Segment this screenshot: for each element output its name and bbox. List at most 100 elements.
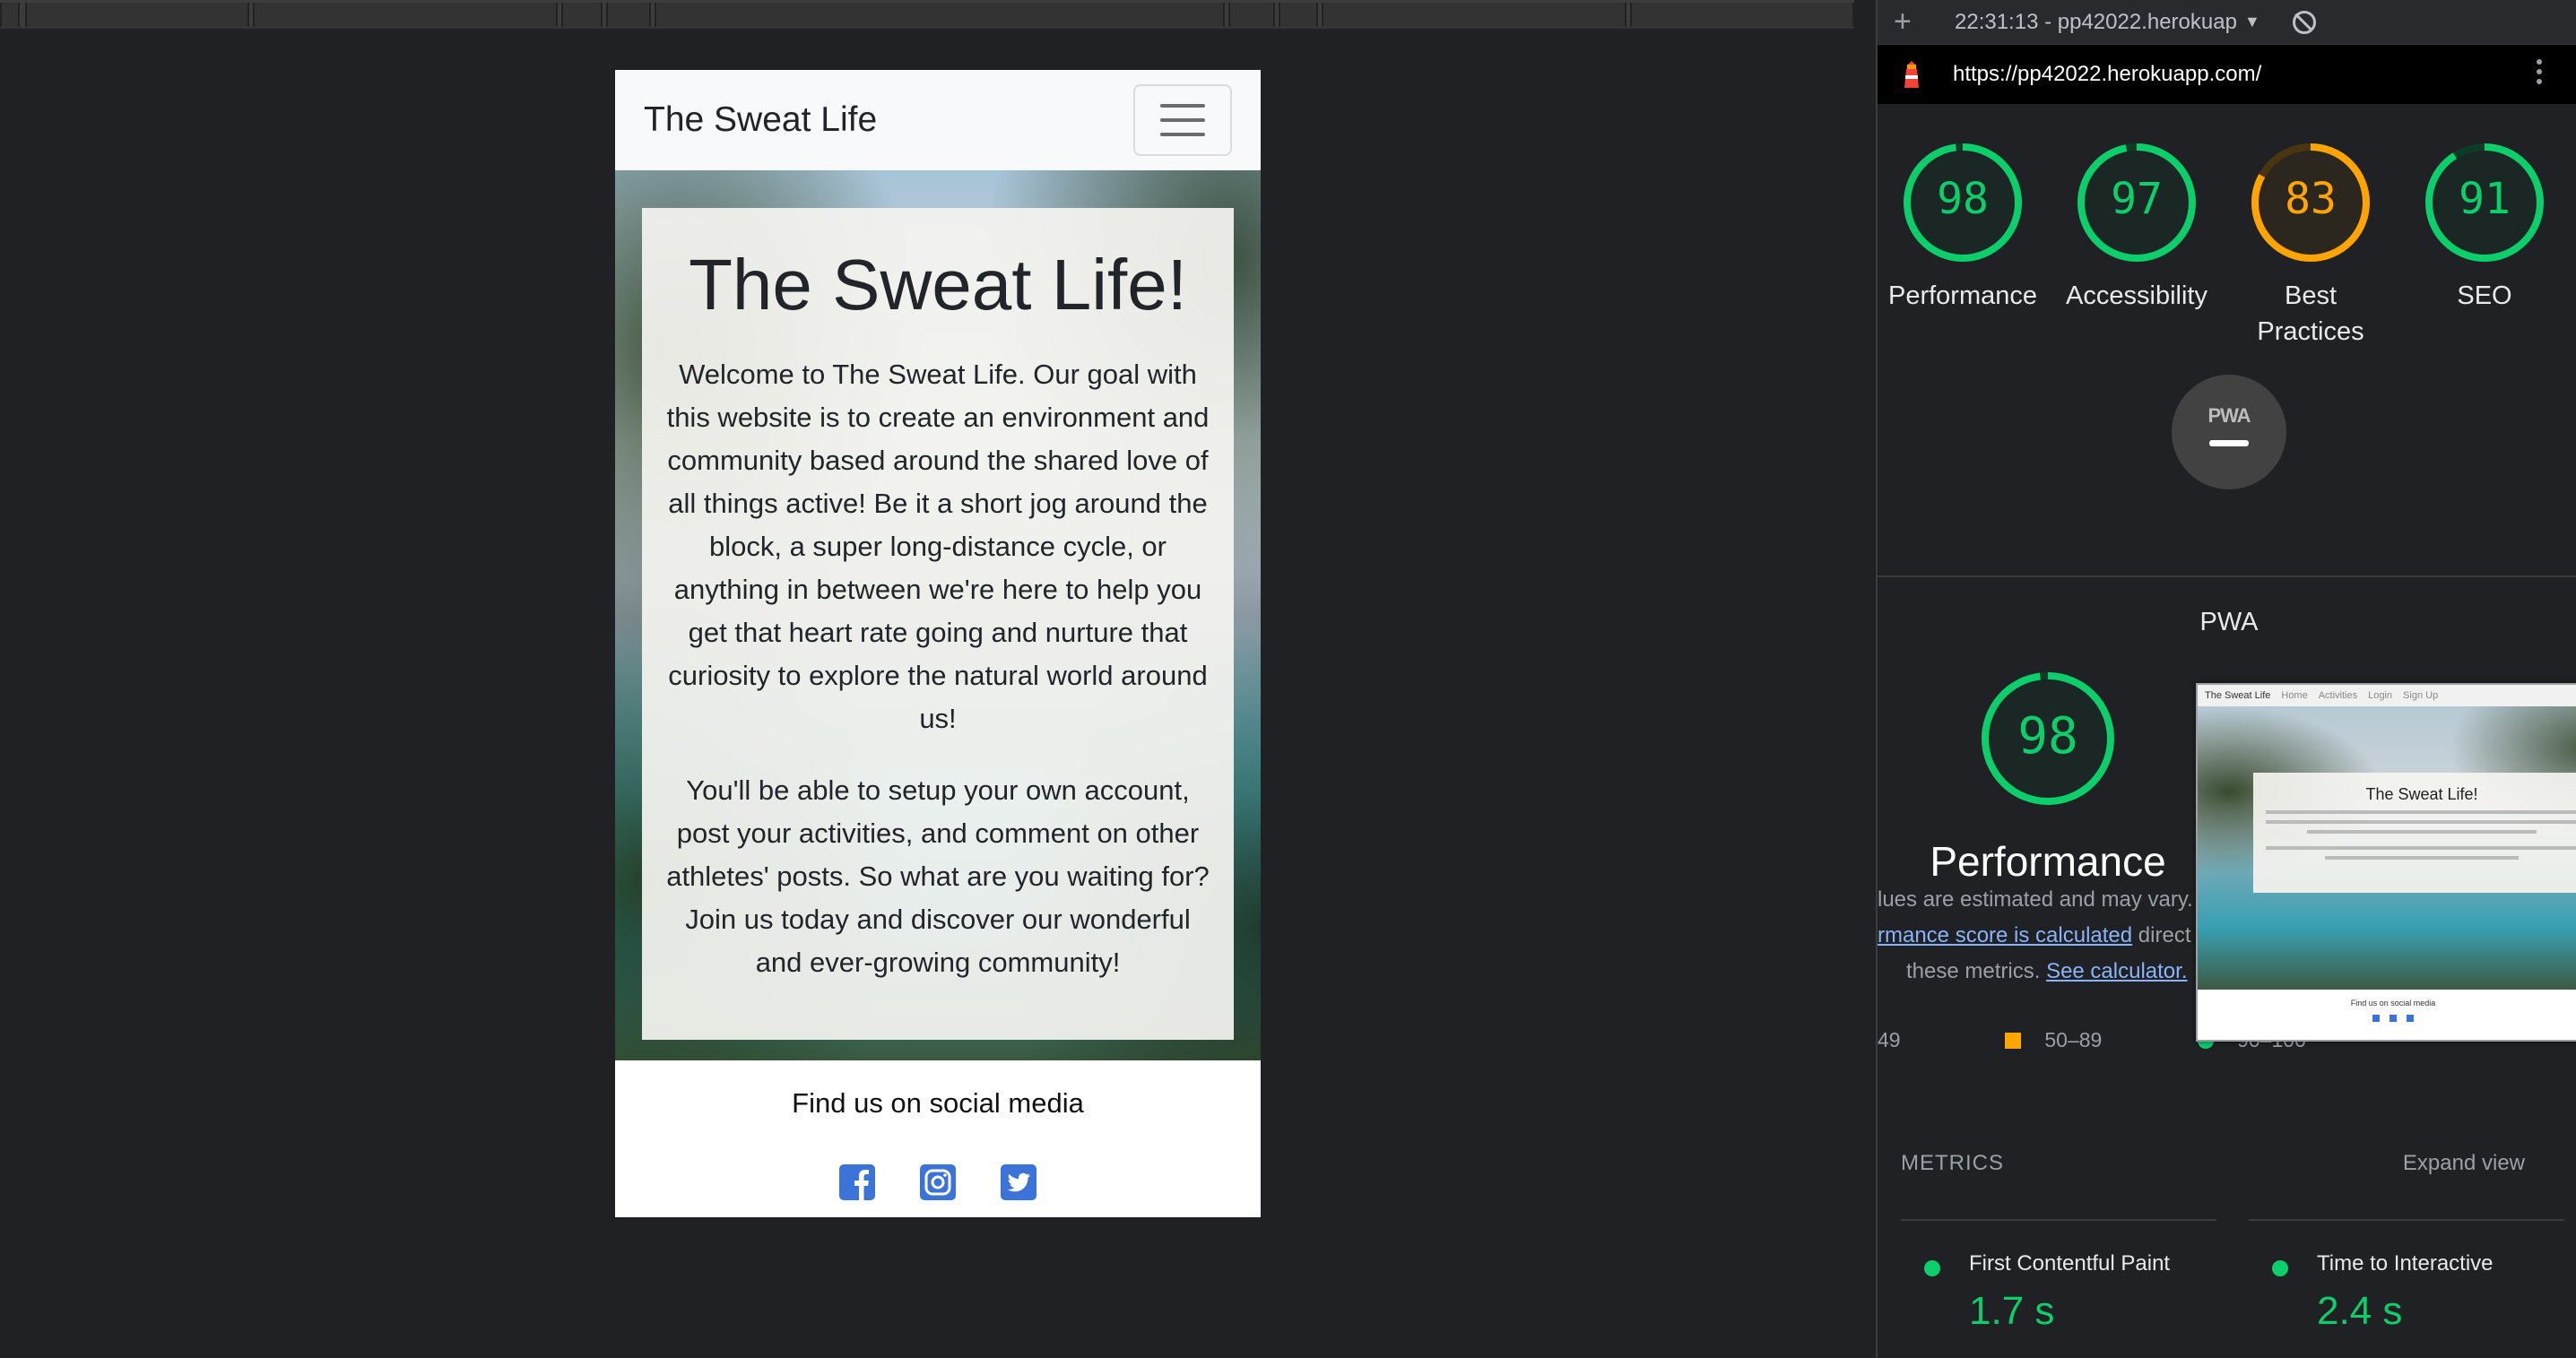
- pass-dot-icon: [1924, 1260, 1940, 1276]
- add-icon[interactable]: +: [1894, 4, 1930, 39]
- hamburger-icon-bar: [1160, 118, 1205, 122]
- thumbnail-text-line: [2307, 830, 2537, 834]
- instagram-icon[interactable]: [918, 1163, 958, 1202]
- gauge-seo[interactable]: 91 SEO: [2408, 140, 2561, 314]
- thumbnail-text-line: [2266, 820, 2576, 824]
- hamburger-icon-bar: [1160, 104, 1205, 108]
- ruler-segment[interactable]: [1279, 3, 1318, 27]
- metric-name: Time to Interactive: [2317, 1251, 2494, 1276]
- performance-section: 98 Performance lues are estimated and ma…: [1878, 577, 2576, 1151]
- performance-note: rmance score is calculated direct: [1878, 923, 2190, 948]
- twitter-icon: [2406, 1015, 2414, 1022]
- ruler-segment[interactable]: [1630, 3, 1854, 27]
- legend-average-range: 50–89: [2044, 1028, 2103, 1051]
- gauge-label: SEO: [2457, 281, 2512, 310]
- thumbnail-footer: Find us on social media: [2198, 990, 2576, 1024]
- performance-gauge-large: 98: [1976, 667, 2120, 815]
- thumbnail-nav-item: Home: [2281, 690, 2308, 701]
- thumbnail-title: The Sweat Life!: [2365, 785, 2478, 803]
- performance-note-text: these metrics.: [1906, 959, 2041, 983]
- gauge-accessibility[interactable]: 97 Accessibility: [2060, 140, 2213, 314]
- ruler-segment[interactable]: [606, 3, 651, 27]
- device-viewport-area: The Sweat Life The Sweat Life! Welcome t…: [0, 0, 1876, 1358]
- facebook-icon[interactable]: [837, 1163, 877, 1202]
- footer-title: Find us on social media: [792, 1087, 1084, 1119]
- gauge-score: 98: [2017, 707, 2077, 765]
- site-navbar: The Sweat Life: [615, 70, 1261, 170]
- metric-value: 1.7 s: [1969, 1289, 2055, 1333]
- report-url[interactable]: https://pp42022.herokuapp.com/: [1953, 62, 2261, 87]
- metrics-title: METRICS: [1901, 1151, 2004, 1175]
- metric-first-contentful-paint: First Contentful Paint 1.7 s: [1901, 1219, 2216, 1334]
- report-selector[interactable]: 22:31:13 - pp42022.herokuap: [1955, 10, 2237, 35]
- gauge-performance[interactable]: 98 Performance: [1886, 140, 2039, 314]
- performance-note: these metrics. See calculator.: [1906, 959, 2188, 984]
- performance-title: Performance: [1930, 838, 2166, 885]
- see-calculator-link[interactable]: See calculator.: [2046, 959, 2187, 983]
- metric-name: First Contentful Paint: [1969, 1251, 2171, 1276]
- gauge-ring: 83: [2251, 143, 2370, 262]
- pwa-badge[interactable]: PWA: [2172, 375, 2286, 489]
- caret-down-icon[interactable]: ▼: [2244, 13, 2260, 31]
- thumbnail-navbar: The Sweat Life Home Activities Login Sig…: [2198, 685, 2576, 706]
- gauge-label-line: Best: [2284, 281, 2337, 310]
- gauge-score: 98: [1937, 174, 1989, 224]
- gauge-label: Accessibility: [2066, 281, 2207, 310]
- report-url-bar: https://pp42022.herokuapp.com/: [1878, 45, 2576, 104]
- instagram-icon: [2390, 1015, 2397, 1022]
- ruler-segment[interactable]: [1322, 3, 1626, 27]
- score-gauges: 98 Performance 97 Accessibility 83 Best …: [1878, 104, 2576, 636]
- lighthouse-panel: + 22:31:13 - pp42022.herokuap ▼ https://…: [1876, 0, 2576, 1358]
- legend-low-range: 49: [1878, 1028, 1901, 1051]
- metric-time-to-interactive: Time to Interactive 2.4 s: [2249, 1219, 2564, 1334]
- final-screenshot-thumbnail[interactable]: The Sweat Life Home Activities Login Sig…: [2196, 683, 2576, 1042]
- gauge-ring: 91: [2425, 143, 2544, 262]
- ruler-segment[interactable]: [253, 3, 558, 27]
- score-calculation-link[interactable]: rmance score is calculated: [1878, 923, 2132, 947]
- thumbnail-text-line: [2325, 856, 2519, 860]
- nav-toggle-button[interactable]: [1133, 84, 1232, 156]
- site-footer: Find us on social media: [615, 1060, 1261, 1217]
- pwa-dash-icon: [2209, 439, 2249, 446]
- thumbnail-text-line: [2266, 846, 2576, 850]
- hero-title: The Sweat Life!: [689, 245, 1187, 324]
- thumbnail-nav-item: Activities: [2318, 690, 2358, 701]
- hamburger-icon-bar: [1160, 133, 1205, 136]
- ruler-segment[interactable]: [1228, 3, 1275, 27]
- thumbnail-footer-text: Find us on social media: [2350, 999, 2436, 1008]
- gauge-label: Best Practices: [2234, 278, 2387, 350]
- social-links: [615, 1163, 1261, 1202]
- site-brand[interactable]: The Sweat Life: [644, 100, 877, 140]
- expand-view-toggle[interactable]: Expand view: [2403, 1151, 2525, 1176]
- lighthouse-toolbar: + 22:31:13 - pp42022.herokuap ▼: [1878, 0, 2576, 45]
- ruler-segment[interactable]: [655, 3, 1225, 27]
- pass-dot-icon: [2272, 1260, 2288, 1276]
- legend-average-square: [2004, 1033, 2021, 1049]
- gauge-score: 83: [2285, 174, 2337, 224]
- ruler-segment[interactable]: [25, 3, 249, 27]
- hero-paragraph: Welcome to The Sweat Life. Our goal with…: [666, 359, 1210, 734]
- thumbnail-hero: The Sweat Life!: [2198, 706, 2576, 990]
- thumbnail-social-icons: [2198, 1015, 2576, 1024]
- gauge-score: 97: [2111, 174, 2163, 224]
- gauge-ring: 98: [1982, 672, 2114, 805]
- ruler-segment[interactable]: [561, 3, 603, 27]
- facebook-icon: [2372, 1015, 2381, 1022]
- performance-note-tail: direct: [2132, 923, 2191, 947]
- emulated-page: The Sweat Life The Sweat Life! Welcome t…: [615, 70, 1261, 1217]
- ruler-segment[interactable]: [0, 3, 20, 27]
- more-options-icon[interactable]: [2537, 59, 2542, 84]
- thumbnail-nav-item: Login: [2368, 690, 2393, 701]
- thumbnail-brand: The Sweat Life: [2205, 690, 2271, 701]
- gauge-label-line: Practices: [2257, 317, 2364, 346]
- thumbnail-card: The Sweat Life!: [2253, 773, 2576, 893]
- clear-icon[interactable]: [2292, 10, 2316, 34]
- media-query-ruler[interactable]: [0, 0, 1854, 30]
- performance-note: lues are estimated and may vary.: [1878, 887, 2193, 912]
- twitter-icon[interactable]: [999, 1163, 1038, 1202]
- thumbnail-nav-item: Sign Up: [2403, 690, 2439, 701]
- hero-card: The Sweat Life! Welcome to The Sweat Lif…: [642, 208, 1234, 1040]
- hero-section: The Sweat Life! Welcome to The Sweat Lif…: [615, 170, 1261, 1060]
- gauge-label: Performance: [1887, 281, 2037, 310]
- gauge-best-practices[interactable]: 83 Best Practices: [2234, 140, 2387, 350]
